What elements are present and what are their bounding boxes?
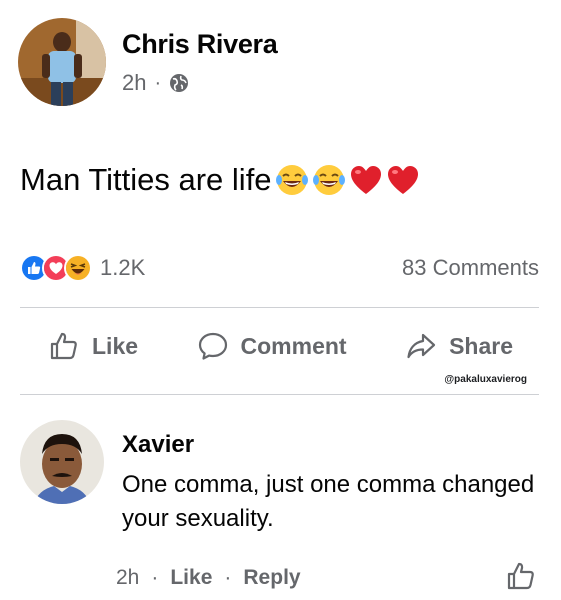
thumbs-up-icon <box>50 332 77 360</box>
share-arrow-icon <box>407 333 436 359</box>
author-name[interactable]: Chris Rivera <box>122 28 278 60</box>
post-emojis <box>274 162 422 198</box>
comments-count[interactable]: 83 Comments <box>402 255 539 281</box>
reaction-summary[interactable]: 1.2K <box>20 254 145 282</box>
post-timestamp[interactable]: 2h <box>122 70 146 96</box>
reaction-count: 1.2K <box>100 255 146 280</box>
divider-top <box>20 307 539 308</box>
thumbs-up-icon[interactable] <box>505 560 537 592</box>
commenter-avatar[interactable] <box>20 420 104 504</box>
globe-icon <box>170 74 189 92</box>
footer-separator: · <box>151 566 159 589</box>
red-heart-emoji <box>350 166 381 194</box>
red-heart-emoji <box>387 166 418 194</box>
comment-reply-link[interactable]: Reply <box>243 566 300 590</box>
post-header: Chris Rivera 2h · <box>18 18 278 106</box>
comment-text: One comma, just one comma changed your s… <box>122 471 535 532</box>
laughing-tears-emoji <box>312 165 345 195</box>
share-button[interactable]: Share <box>405 330 513 362</box>
comment-button[interactable]: Comment <box>197 330 347 362</box>
comment-footer: 2h · Like · Reply <box>116 566 301 590</box>
commenter-name[interactable]: Xavier <box>122 430 542 460</box>
divider-bottom <box>20 394 539 395</box>
reactions-row: 1.2K 83 Comments <box>20 254 539 282</box>
post-meta: 2h · <box>122 70 277 96</box>
footer-separator: · <box>224 566 232 589</box>
post-text-container: Man Titties are life <box>20 160 422 200</box>
comment-timestamp[interactable]: 2h <box>116 566 139 590</box>
post-actions: Like Comment Share <box>20 330 539 362</box>
comment-label: Comment <box>240 332 347 359</box>
haha-reaction-icon <box>64 254 92 282</box>
comment: Xavier One comma, just one comma changed… <box>20 420 542 536</box>
like-label: Like <box>92 332 139 359</box>
author-avatar[interactable] <box>18 18 106 106</box>
watermark: @pakaluxavierog <box>444 374 527 385</box>
like-button[interactable]: Like <box>48 330 138 362</box>
comment-like-link[interactable]: Like <box>170 566 212 590</box>
speech-bubble-icon <box>198 332 227 360</box>
share-label: Share <box>449 332 513 359</box>
post-text: Man Titties are life <box>20 162 272 197</box>
meta-separator: · <box>154 71 162 94</box>
laughing-tears-emoji <box>275 165 308 195</box>
